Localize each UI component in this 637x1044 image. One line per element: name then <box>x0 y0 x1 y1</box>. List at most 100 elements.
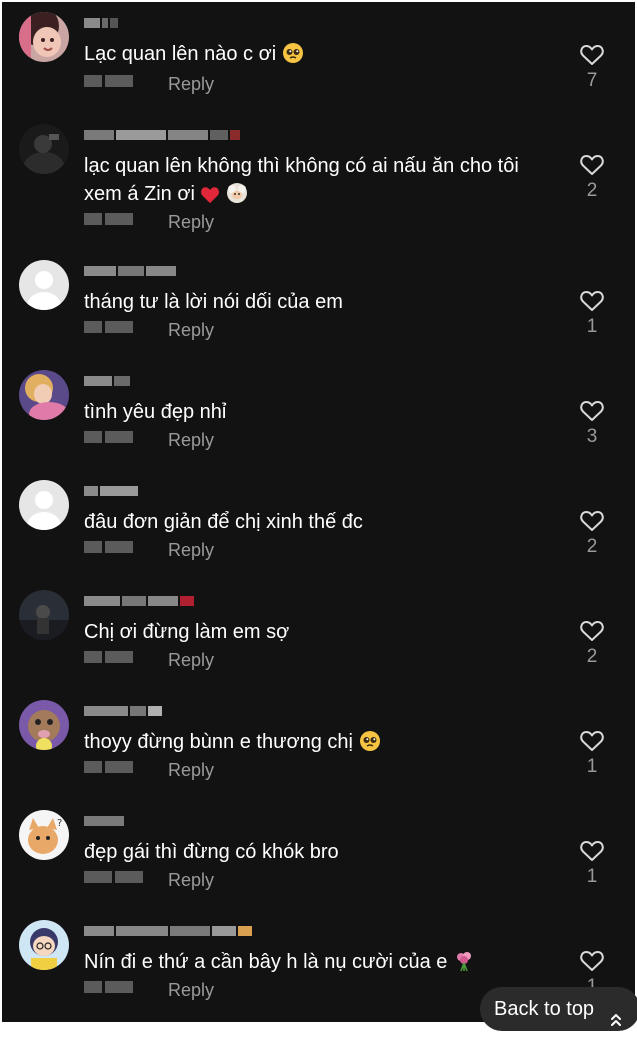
like-button[interactable]: 1 <box>578 730 606 778</box>
timestamp-blurred <box>84 430 136 448</box>
like-button[interactable]: 3 <box>578 400 606 448</box>
comment-text: Lạc quan lên nào c ơi <box>84 40 554 72</box>
comment-text: Nín đi e thứ a cần bây h là nụ cười của … <box>84 948 554 980</box>
username-blurred[interactable] <box>84 812 126 826</box>
comment-text-content: đâu đơn giản để chị xinh thế đc <box>84 511 363 533</box>
comment-text: lạc quan lên không thì không có ai nấu ă… <box>84 152 554 212</box>
like-count: 1 <box>586 316 598 337</box>
comment-meta: Reply <box>84 320 214 340</box>
default-avatar-icon <box>19 260 69 310</box>
commenter-avatar[interactable] <box>19 260 69 310</box>
comment-meta: Reply <box>84 760 214 780</box>
like-count: 2 <box>586 180 598 201</box>
heart-outline-icon <box>580 951 604 971</box>
like-count: 2 <box>586 646 598 667</box>
commenter-avatar[interactable] <box>19 700 69 750</box>
comment-item: ? đẹp gái thì đừng có khók bro Reply 1 <box>2 800 635 910</box>
heart-outline-icon <box>580 401 604 421</box>
like-count: 7 <box>586 70 598 91</box>
heart-outline-icon <box>580 291 604 311</box>
heart-outline-icon <box>580 621 604 641</box>
pleading-face-icon <box>359 730 381 760</box>
heart-outline-icon <box>580 731 604 751</box>
timestamp-blurred <box>84 320 136 338</box>
comment-meta: Reply <box>84 650 214 670</box>
comment-meta: Reply <box>84 870 214 890</box>
like-count: 1 <box>586 756 598 777</box>
timestamp-blurred <box>84 980 136 998</box>
like-button[interactable]: 1 <box>578 840 606 888</box>
red-heart-icon <box>200 184 220 212</box>
reply-button[interactable]: Reply <box>168 212 214 232</box>
comment-text: đẹp gái thì đừng có khók bro <box>84 838 554 866</box>
sheep-sticker-icon <box>226 182 248 212</box>
like-button[interactable]: 2 <box>578 510 606 558</box>
comment-text: đâu đơn giản để chị xinh thế đc <box>84 508 554 536</box>
heart-outline-icon <box>580 45 604 65</box>
timestamp-blurred <box>84 760 136 778</box>
back-to-top-button[interactable]: Back to top <box>480 987 637 1031</box>
comment-item: tháng tư là lời nói dối của em Reply 1 <box>2 250 635 360</box>
like-button[interactable]: 2 <box>578 154 606 202</box>
commenter-avatar[interactable] <box>19 12 69 62</box>
comment-item: tình yêu đẹp nhỉ Reply 3 <box>2 360 635 470</box>
reply-button[interactable]: Reply <box>168 540 214 560</box>
reply-button[interactable]: Reply <box>168 320 214 340</box>
comment-item: thoyy đừng bùnn e thương chị Reply 1 <box>2 690 635 800</box>
heart-outline-icon <box>580 155 604 175</box>
comment-item: lạc quan lên không thì không có ai nấu ă… <box>2 114 635 254</box>
username-blurred[interactable] <box>84 702 164 716</box>
comment-meta: Reply <box>84 980 214 1000</box>
timestamp-blurred <box>84 74 136 92</box>
comment-text-content: thoyy đừng bùnn e thương chị <box>84 731 353 753</box>
double-chevron-up-icon <box>610 1000 622 1044</box>
commenter-avatar[interactable] <box>19 124 69 174</box>
comment-text: tình yêu đẹp nhỉ <box>84 398 554 426</box>
comment-item: Chị ơi đừng làm em sợ Reply 2 <box>2 580 635 690</box>
username-blurred[interactable] <box>84 126 242 140</box>
username-blurred[interactable] <box>84 592 196 606</box>
reply-button[interactable]: Reply <box>168 980 214 1000</box>
username-blurred[interactable] <box>84 262 178 276</box>
timestamp-blurred <box>84 540 136 558</box>
back-to-top-label: Back to top <box>494 998 595 1020</box>
heart-outline-icon <box>580 841 604 861</box>
comment-meta: Reply <box>84 212 214 232</box>
comment-text-content: tình yêu đẹp nhỉ <box>84 401 227 423</box>
like-count: 2 <box>586 536 598 557</box>
commenter-avatar[interactable] <box>19 480 69 530</box>
reply-button[interactable]: Reply <box>168 650 214 670</box>
comment-text-content: lạc quan lên không thì không có ai nấu ă… <box>84 155 519 205</box>
svg-text:?: ? <box>57 818 62 829</box>
comment-meta: Reply <box>84 430 214 450</box>
reply-button[interactable]: Reply <box>168 870 214 890</box>
comment-meta: Reply <box>84 540 214 560</box>
comment-text: tháng tư là lời nói dối của em <box>84 288 554 316</box>
username-blurred[interactable] <box>84 922 254 936</box>
comment-text-content: đẹp gái thì đừng có khók bro <box>84 841 339 863</box>
username-blurred[interactable] <box>84 482 140 496</box>
like-button[interactable]: 2 <box>578 620 606 668</box>
like-button[interactable]: 7 <box>578 44 606 92</box>
like-count: 3 <box>586 426 598 447</box>
like-button[interactable]: 1 <box>578 290 606 338</box>
default-avatar-icon <box>19 480 69 530</box>
commenter-avatar[interactable] <box>19 920 69 970</box>
timestamp-blurred <box>84 650 136 668</box>
pleading-face-icon <box>282 42 304 72</box>
like-count: 1 <box>586 866 598 887</box>
reply-button[interactable]: Reply <box>168 760 214 780</box>
commenter-avatar[interactable]: ? <box>19 810 69 860</box>
username-blurred[interactable] <box>84 14 120 28</box>
heart-outline-icon <box>580 511 604 531</box>
flower-bouquet-icon <box>453 950 475 980</box>
comment-text-content: Lạc quan lên nào c ơi <box>84 43 277 65</box>
commenter-avatar[interactable] <box>19 370 69 420</box>
comment-text-content: Nín đi e thứ a cần bây h là nụ cười của … <box>84 951 448 973</box>
commenter-avatar[interactable] <box>19 590 69 640</box>
comment-item: Lạc quan lên nào c ơi Reply 7 <box>2 2 635 112</box>
username-blurred[interactable] <box>84 372 132 386</box>
reply-button[interactable]: Reply <box>168 430 214 450</box>
reply-button[interactable]: Reply <box>168 74 214 94</box>
timestamp-blurred <box>84 870 146 888</box>
